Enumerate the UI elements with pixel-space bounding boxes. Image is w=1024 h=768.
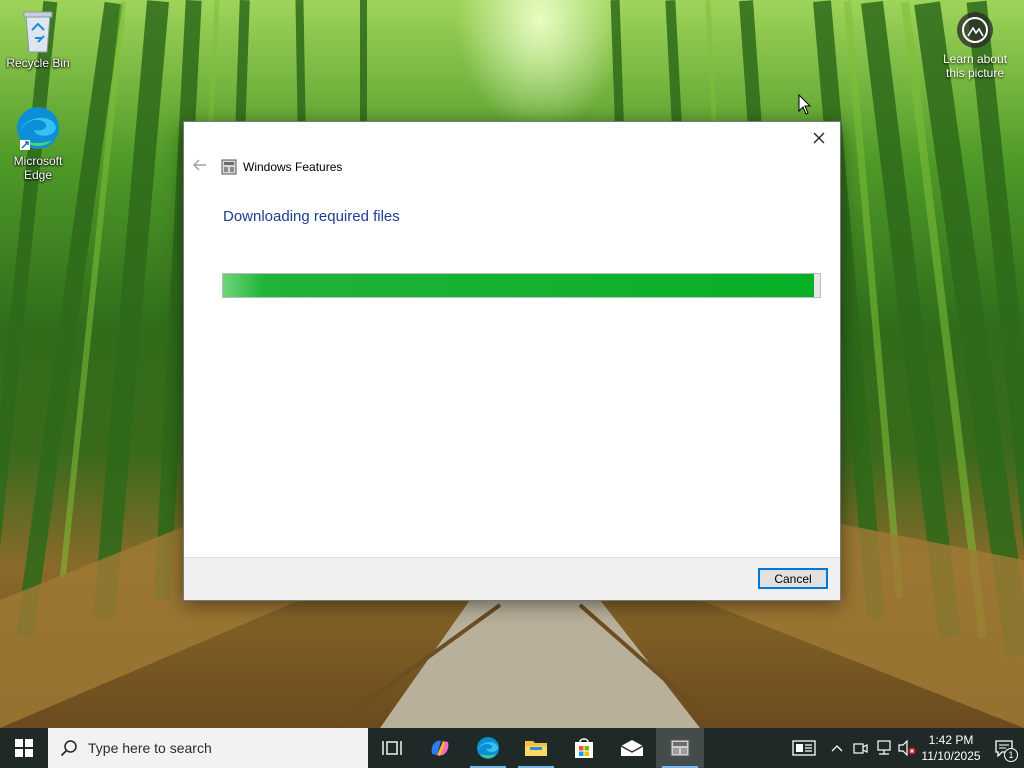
desktop-icon-label: Microsoft Edge <box>13 154 63 182</box>
taskbar-microsoft-edge[interactable] <box>464 728 512 768</box>
windows-logo-icon <box>15 739 33 757</box>
cancel-button[interactable]: Cancel <box>758 568 828 589</box>
search-placeholder: Type here to search <box>88 740 212 756</box>
dialog-footer: Cancel <box>184 557 840 600</box>
show-hidden-icons-button[interactable] <box>826 728 848 768</box>
clock-time: 1:42 PM <box>928 733 974 747</box>
taskbar-file-explorer[interactable] <box>512 728 560 768</box>
desktop-icon-label: Recycle Bin <box>6 56 70 70</box>
progress-fill <box>223 274 815 297</box>
network-button[interactable] <box>872 728 896 768</box>
close-button[interactable] <box>804 126 834 150</box>
chevron-up-icon <box>831 745 843 752</box>
action-center-button[interactable]: 1 <box>984 728 1024 768</box>
windows-features-dialog: Windows Features Downloading required fi… <box>183 121 841 601</box>
taskbar-search-box[interactable]: Type here to search <box>48 728 368 768</box>
meet-now-icon <box>853 743 868 754</box>
windows-features-icon <box>221 159 237 175</box>
search-icon <box>60 740 77 757</box>
microsoft-edge-icon <box>477 737 499 759</box>
start-button[interactable] <box>0 728 48 768</box>
back-button[interactable] <box>192 158 208 174</box>
taskbar-windows-features[interactable] <box>656 728 704 768</box>
store-icon <box>575 738 593 758</box>
task-view-icon <box>382 741 402 755</box>
desktop-icon-recycle-bin[interactable]: Recycle Bin <box>0 8 76 70</box>
learn-about-picture-label: Learn about this picture <box>942 52 1008 80</box>
taskbar-copilot[interactable] <box>416 728 464 768</box>
meet-now-button[interactable] <box>848 728 872 768</box>
system-tray: 1:42 PM 11/10/2025 1 <box>782 728 1024 768</box>
task-view-button[interactable] <box>368 728 416 768</box>
dialog-title: Windows Features <box>243 160 343 174</box>
desktop-icon-microsoft-edge[interactable]: Microsoft Edge <box>0 104 76 182</box>
camera-icon <box>957 12 993 48</box>
copilot-icon <box>431 740 449 756</box>
clock-date: 11/10/2025 <box>921 749 981 763</box>
windows-features-icon <box>670 739 690 757</box>
taskbar: Type here to search 1:42 PM 11/10/2025 1 <box>0 728 1024 768</box>
volume-button[interactable] <box>896 728 918 768</box>
volume-muted-icon <box>898 740 916 756</box>
folder-icon <box>525 741 547 756</box>
network-icon <box>877 740 891 755</box>
download-progress-bar <box>222 273 821 298</box>
news-widget-button[interactable] <box>782 728 826 768</box>
notification-badge: 1 <box>1004 748 1018 762</box>
taskbar-clock[interactable]: 1:42 PM 11/10/2025 <box>918 728 984 768</box>
news-icon <box>792 740 816 756</box>
status-heading: Downloading required files <box>223 208 400 225</box>
mail-icon <box>620 740 644 756</box>
close-icon <box>813 132 825 144</box>
recycle-bin-icon <box>23 11 53 53</box>
back-arrow-icon <box>193 159 206 171</box>
taskbar-mail[interactable] <box>608 728 656 768</box>
mouse-pointer-icon <box>798 94 812 115</box>
taskbar-microsoft-store[interactable] <box>560 728 608 768</box>
dialog-title-row: Windows Features <box>221 158 342 176</box>
microsoft-edge-icon <box>17 107 59 150</box>
learn-about-picture[interactable]: Learn about this picture <box>938 12 1012 80</box>
